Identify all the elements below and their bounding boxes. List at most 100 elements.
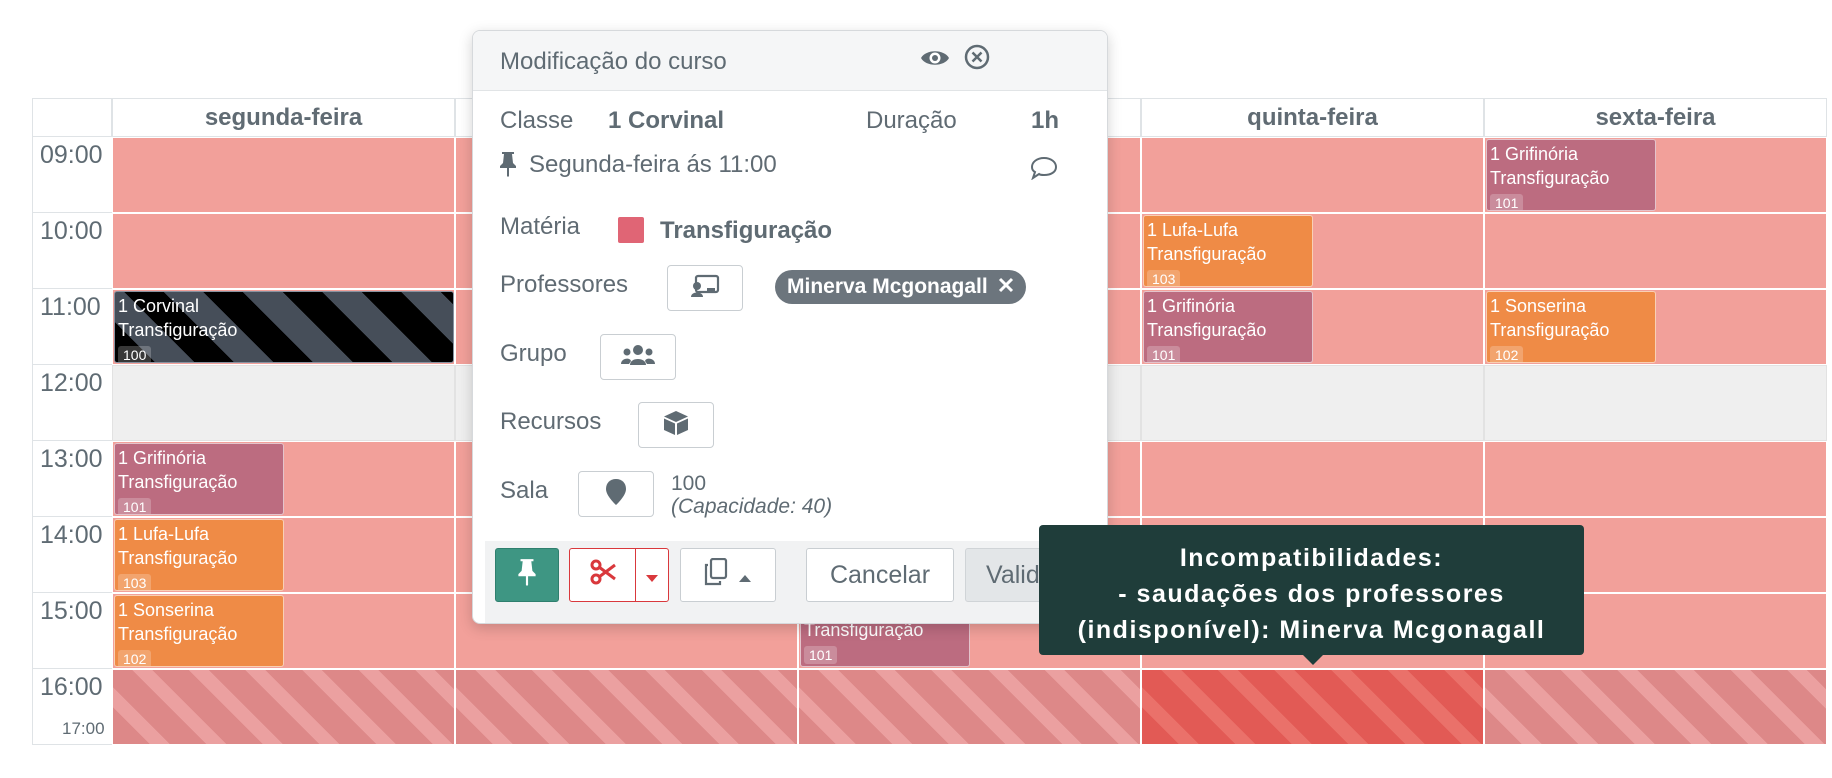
remove-teacher-icon[interactable]	[998, 275, 1014, 299]
cube-icon	[663, 410, 689, 441]
duration-value: 1h	[1031, 107, 1060, 134]
duration-label: Duração	[866, 107, 957, 134]
day-header: segunda-feira	[112, 98, 455, 137]
unavailable-slot[interactable]	[798, 669, 1141, 745]
available-slot[interactable]	[1141, 137, 1484, 213]
course-class: 1 Corvinal	[118, 296, 200, 316]
pin-icon	[517, 558, 537, 593]
teacher-board-icon	[690, 274, 720, 303]
available-slot[interactable]	[1141, 441, 1484, 517]
eye-icon[interactable]	[920, 47, 950, 74]
cancel-button[interactable]: Cancelar	[806, 548, 954, 602]
course-card[interactable]: 1 Grifinória Transfiguração 101	[114, 443, 284, 515]
room-picker-button[interactable]	[578, 471, 654, 517]
time-label: 12:00	[32, 365, 112, 441]
lunch-slot[interactable]	[112, 365, 455, 441]
scissors-icon	[590, 559, 616, 592]
course-class: 1 Grifinória	[1490, 144, 1579, 164]
course-class: 1 Grifinória	[1147, 296, 1236, 316]
unavailable-slot[interactable]	[455, 669, 798, 745]
course-room-badge: 101	[1147, 346, 1181, 362]
subject-label: Matéria	[500, 213, 581, 240]
resources-picker-button[interactable]	[638, 402, 714, 448]
available-slot[interactable]	[1484, 213, 1827, 289]
modal-header: Modificação do curso	[473, 31, 1107, 91]
course-room-badge: 103	[1147, 270, 1181, 286]
time-label: 13:00	[32, 441, 112, 517]
pinned-position-text: Segunda-feira ás 11:00	[529, 151, 777, 178]
pin-toggle-button[interactable]	[495, 548, 559, 602]
incompatibilities-tooltip: Incompatibilidades: - saudações dos prof…	[1039, 525, 1584, 665]
course-class: 1 Sonserina	[118, 600, 215, 620]
grid-corner	[32, 98, 112, 137]
teacher-chip: Minerva Mcgonagall	[775, 270, 1026, 304]
day-header: sexta-feira	[1484, 98, 1827, 137]
users-group-icon	[621, 344, 655, 371]
cut-button[interactable]	[569, 548, 636, 602]
course-room-badge: 102	[1490, 346, 1524, 362]
course-subject: Transfiguração	[1147, 320, 1267, 340]
teachers-picker-button[interactable]	[667, 265, 743, 311]
course-card[interactable]: 1 Grifinória Transfiguração 101	[1143, 291, 1313, 363]
course-subject: Transfiguração	[118, 548, 238, 568]
course-card[interactable]: 1 Sonserina Transfiguração 102	[1486, 291, 1656, 363]
course-card[interactable]: 1 Lufa-Lufa Transfiguração 103	[114, 519, 284, 591]
course-subject: Transfiguração	[1147, 244, 1267, 264]
course-room-badge: 100	[118, 346, 152, 362]
available-slot[interactable]	[1484, 441, 1827, 517]
available-slot[interactable]	[112, 213, 455, 289]
course-subject: Transfiguração	[118, 472, 238, 492]
room-value: 100	[671, 472, 707, 495]
course-class: 1 Sonserina	[1490, 296, 1587, 316]
lunch-slot[interactable]	[1484, 365, 1827, 441]
course-class: 1 Lufa-Lufa	[118, 524, 210, 544]
end-time-label: 17:00	[62, 719, 105, 738]
course-card[interactable]: 1 Lufa-Lufa Transfiguração 103	[1143, 215, 1313, 287]
class-value: 1 Corvinal	[608, 107, 725, 134]
time-label: 10:00	[32, 213, 112, 289]
course-card[interactable]: 1 Grifinória Transfiguração 101	[1486, 139, 1656, 211]
map-marker-icon	[605, 478, 627, 511]
course-card[interactable]: 1 Sonserina Transfiguração 102	[114, 595, 284, 667]
lunch-slot[interactable]	[1141, 365, 1484, 441]
course-room-badge: 101	[1490, 194, 1524, 210]
comment-icon[interactable]	[1030, 156, 1058, 185]
tooltip-arrow	[1303, 655, 1323, 665]
day-header: quinta-feira	[1141, 98, 1484, 137]
course-subject: Transfiguração	[1490, 320, 1610, 340]
time-label: 09:00	[32, 137, 112, 213]
available-slot[interactable]	[112, 137, 455, 213]
tooltip-line: (indisponível): Minerva Mcgonagall	[1077, 616, 1546, 644]
course-card[interactable]: 1 Corvinal Transfiguração 100	[114, 291, 454, 363]
course-room-badge: 103	[118, 574, 152, 590]
room-label: Sala	[500, 477, 549, 504]
subject-value: Transfiguração	[660, 217, 833, 244]
teachers-label: Professores	[500, 271, 629, 298]
close-circle-icon[interactable]	[964, 44, 990, 75]
unavailable-slot[interactable]	[112, 669, 455, 745]
copy-dropdown-button[interactable]	[680, 548, 776, 602]
time-label: 15:00	[32, 593, 112, 669]
unavailable-slot[interactable]	[1141, 669, 1484, 745]
course-edit-modal: Modificação do curso Classe 1 Corvinal D…	[472, 30, 1108, 624]
group-picker-button[interactable]	[600, 334, 676, 380]
cut-dropdown-toggle[interactable]	[635, 548, 669, 602]
pin-icon	[499, 151, 517, 182]
resources-label: Recursos	[500, 408, 602, 435]
course-room-badge: 101	[118, 498, 152, 514]
unavailable-slot[interactable]	[1484, 669, 1827, 745]
course-subject: Transfiguração	[1490, 168, 1610, 188]
course-subject: Transfiguração	[118, 320, 238, 340]
room-capacity: (Capacidade: 40)	[671, 495, 833, 518]
time-label: 14:00	[32, 517, 112, 593]
caret-up-icon	[738, 561, 752, 590]
course-subject: Transfiguração	[118, 624, 238, 644]
tooltip-title: Incompatibilidades:	[1179, 544, 1444, 572]
modal-title: Modificação do curso	[500, 48, 727, 75]
group-label: Grupo	[500, 340, 567, 367]
copy-icon	[704, 557, 728, 593]
class-label: Classe	[500, 107, 574, 134]
course-room-badge: 102	[118, 650, 152, 666]
course-room-badge: 101	[804, 646, 838, 664]
course-class: 1 Lufa-Lufa	[1147, 220, 1239, 240]
